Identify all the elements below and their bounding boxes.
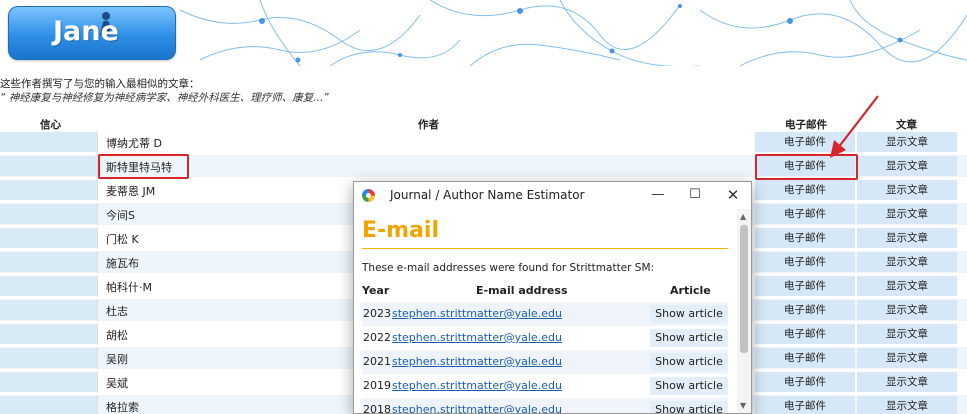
email-button[interactable]: 电子邮件 <box>755 252 855 272</box>
email-link[interactable]: stephen.strittmatter@yale.edu <box>392 403 562 413</box>
email-button[interactable]: 电子邮件 <box>755 396 855 414</box>
maximize-icon[interactable]: ☐ <box>684 185 706 205</box>
email-year: 2019 <box>363 379 391 392</box>
show-article-button[interactable]: 显示文章 <box>857 132 957 152</box>
show-article-button[interactable]: 显示文章 <box>857 348 957 368</box>
email-link[interactable]: stephen.strittmatter@yale.edu <box>392 379 562 392</box>
author-name: 麦蒂恩 JM <box>106 185 156 198</box>
confidence-bar <box>0 156 97 176</box>
column-article: Article <box>670 284 711 297</box>
email-link[interactable]: stephen.strittmatter@yale.edu <box>392 355 562 368</box>
show-article-button[interactable]: 显示文章 <box>857 204 957 224</box>
confidence-bar <box>0 324 97 344</box>
column-email: E-mail address <box>476 284 568 297</box>
show-article-button[interactable]: 显示文章 <box>857 180 957 200</box>
results-intro: 这些作者撰写了与您的输入最相似的文章： <box>0 78 200 90</box>
author-name: 胡松 <box>106 329 128 342</box>
author-name: 博纳尤蒂 D <box>106 137 162 150</box>
email-button[interactable]: 电子邮件 <box>755 228 855 248</box>
author-highlight-box <box>98 154 189 179</box>
author-name: 今间S <box>106 209 135 222</box>
header-article: 文章 <box>896 119 917 131</box>
author-cell: 博纳尤蒂 D <box>97 131 754 153</box>
confidence-bar <box>0 348 97 368</box>
show-article-button[interactable]: 显示文章 <box>857 372 957 392</box>
author-name: 杜志 <box>106 305 128 318</box>
show-article-button[interactable]: 显示文章 <box>857 252 957 272</box>
author-cell: 斯特里特马特 <box>97 155 754 177</box>
email-row: 2023 stephen.strittmatter@yale.edu Show … <box>362 302 728 326</box>
heading-divider <box>362 248 728 249</box>
email-link[interactable]: stephen.strittmatter@yale.edu <box>392 307 562 320</box>
email-button[interactable]: 电子邮件 <box>755 180 855 200</box>
results-table-header: 信心 作者 电子邮件 文章 <box>0 115 967 131</box>
email-button[interactable]: 电子邮件 <box>755 276 855 296</box>
column-year: Year <box>362 284 390 297</box>
email-row: 2019 stephen.strittmatter@yale.edu Show … <box>362 374 728 398</box>
confidence-bar <box>0 180 97 200</box>
logo-text: Jane <box>53 16 119 47</box>
scrollbar-thumb[interactable] <box>740 225 748 353</box>
show-article-button[interactable]: 显示文章 <box>857 300 957 320</box>
found-emails-text: These e-mail addresses were found for St… <box>362 262 655 274</box>
scroll-down-arrow-icon[interactable]: ▼ <box>740 401 746 410</box>
show-article-button[interactable]: Show article <box>650 353 728 371</box>
show-article-button[interactable]: 显示文章 <box>857 396 957 414</box>
confidence-bar <box>0 396 97 414</box>
email-link[interactable]: stephen.strittmatter@yale.edu <box>392 331 562 344</box>
confidence-bar <box>0 132 97 152</box>
table-row: 博纳尤蒂 D 电子邮件 显示文章 <box>0 131 967 153</box>
author-name: 格拉索 <box>106 401 139 414</box>
email-year: 2018 <box>363 403 391 414</box>
show-article-button[interactable]: 显示文章 <box>857 228 957 248</box>
confidence-bar <box>0 252 97 272</box>
confidence-bar <box>0 228 97 248</box>
show-article-button[interactable]: 显示文章 <box>857 324 957 344</box>
email-highlight-box <box>755 154 858 180</box>
header-confidence: 信心 <box>40 119 61 131</box>
email-button[interactable]: 电子邮件 <box>755 132 855 152</box>
confidence-bar <box>0 276 97 296</box>
author-name: 吴斌 <box>106 377 128 390</box>
header-banner: Jane <box>0 0 967 66</box>
show-article-button[interactable]: Show article <box>650 377 728 395</box>
scroll-up-arrow-icon[interactable]: ▲ <box>740 212 746 221</box>
author-name: 门松 K <box>106 233 139 246</box>
email-button[interactable]: 电子邮件 <box>755 372 855 392</box>
close-icon[interactable]: ✕ <box>722 185 744 205</box>
email-year: 2021 <box>363 355 391 368</box>
show-article-button[interactable]: Show article <box>650 305 728 323</box>
author-name: 施瓦布 <box>106 257 139 270</box>
email-popup-window: Journal / Author Name Estimator — ☐ ✕ E-… <box>353 181 752 414</box>
confidence-bar <box>0 300 97 320</box>
confidence-bar <box>0 204 97 224</box>
email-button[interactable]: 电子邮件 <box>755 300 855 320</box>
email-button[interactable]: 电子邮件 <box>755 348 855 368</box>
author-name: 吴刚 <box>106 353 128 366</box>
author-name: 帕科什·M <box>106 281 152 294</box>
query-snippet: “ 神经康复与神经修复为神经病学家、神经外科医生、理疗师、康复...” <box>0 92 329 104</box>
email-heading: E-mail <box>362 218 440 243</box>
email-row: 2021 stephen.strittmatter@yale.edu Show … <box>362 350 728 374</box>
confidence-bar <box>0 372 97 392</box>
email-year: 2023 <box>363 307 391 320</box>
browser-app-icon <box>362 189 375 202</box>
popup-content: E-mail These e-mail addresses were found… <box>354 209 737 414</box>
popup-scrollbar[interactable]: ▲ ▼ <box>737 209 751 413</box>
minimize-icon[interactable]: — <box>647 185 669 205</box>
email-year: 2022 <box>363 331 391 344</box>
email-button[interactable]: 电子邮件 <box>755 324 855 344</box>
email-row: 2018 stephen.strittmatter@yale.edu Show … <box>362 398 728 414</box>
jane-logo[interactable]: Jane <box>8 6 176 60</box>
email-row: 2022 stephen.strittmatter@yale.edu Show … <box>362 326 728 350</box>
show-article-button[interactable]: Show article <box>650 401 728 413</box>
show-article-button[interactable]: 显示文章 <box>857 156 957 176</box>
header-email: 电子邮件 <box>785 119 827 131</box>
show-article-button[interactable]: Show article <box>650 329 728 347</box>
header-author: 作者 <box>418 119 439 131</box>
email-button[interactable]: 电子邮件 <box>755 204 855 224</box>
popup-titlebar[interactable]: Journal / Author Name Estimator — ☐ ✕ <box>354 182 751 209</box>
show-article-button[interactable]: 显示文章 <box>857 276 957 296</box>
popup-title: Journal / Author Name Estimator <box>390 188 585 202</box>
